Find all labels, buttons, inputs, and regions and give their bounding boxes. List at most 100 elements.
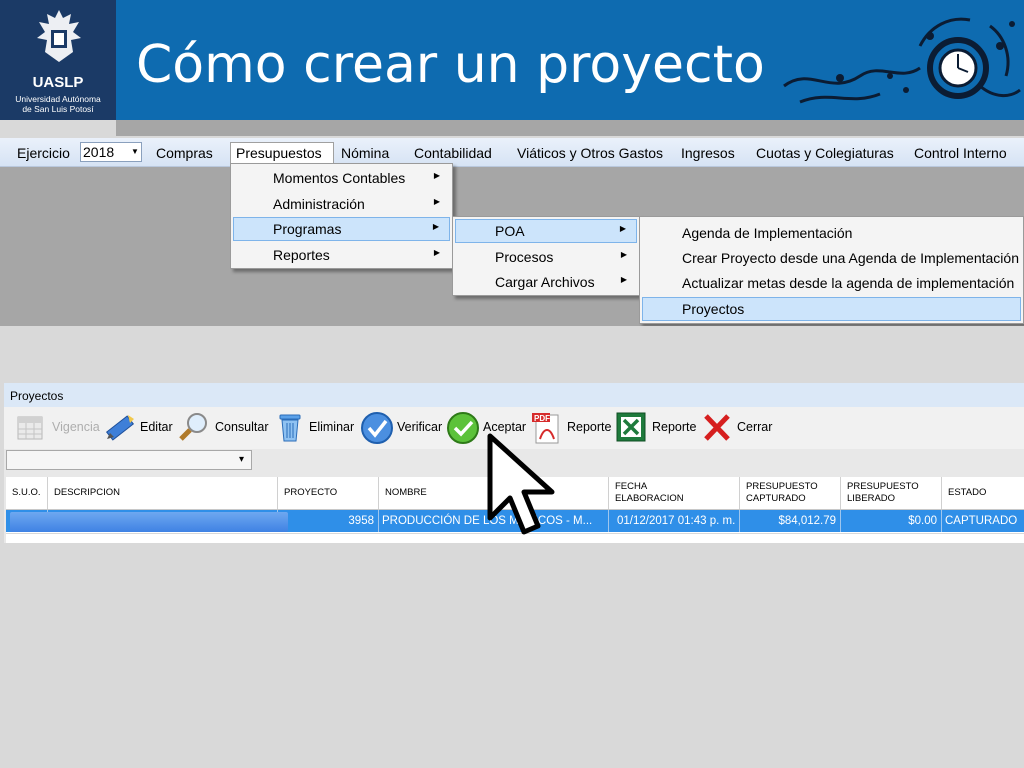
cell-proyecto[interactable]: 3958 xyxy=(278,510,379,532)
column-header-label: PROYECTO xyxy=(284,487,338,498)
chevron-down-icon[interactable]: ▾ xyxy=(239,454,244,465)
menu-item-momentos-contables[interactable]: Momentos Contables ▶ xyxy=(233,166,450,190)
presupuestos-dropdown: Momentos Contables ▶ Administración ▶ Pr… xyxy=(230,163,453,269)
menu-item-crear-proyecto-agenda[interactable]: Crear Proyecto desde una Agenda de Imple… xyxy=(642,246,1021,270)
cell-estado[interactable]: CAPTURADO xyxy=(942,510,1024,532)
menu-nomina[interactable]: Nómina xyxy=(341,145,389,161)
submenu-arrow-icon: ▶ xyxy=(620,275,627,284)
menu-item-procesos[interactable]: Procesos ▶ xyxy=(455,245,637,269)
column-header-label: ELABORACION xyxy=(615,493,684,504)
column-header-fecha[interactable]: FECHA ELABORACION xyxy=(609,477,740,509)
cerrar-button[interactable]: Cerrar xyxy=(702,411,774,443)
column-header-label: ESTADO xyxy=(948,487,987,498)
toolbar-label: Editar xyxy=(140,420,173,434)
slide-title: Cómo crear un proyecto xyxy=(136,35,765,95)
year-value: 2018 xyxy=(83,144,115,160)
menu-item-label: Reportes xyxy=(273,247,330,263)
excel-icon xyxy=(616,412,646,442)
submenu-arrow-icon: ▶ xyxy=(620,250,627,259)
cursor-arrow-icon xyxy=(487,433,555,535)
toolbar-label: Vigencia xyxy=(52,420,100,434)
logo-subtitle-line2: de San Luis Potosí xyxy=(22,104,94,114)
menu-item-agenda-implementacion[interactable]: Agenda de Implementación xyxy=(642,221,1021,245)
column-header-descripcion[interactable]: DESCRIPCION xyxy=(48,477,278,509)
calendar-icon xyxy=(17,416,43,440)
menu-item-reportes[interactable]: Reportes ▶ xyxy=(233,243,450,267)
menu-item-administracion[interactable]: Administración ▶ xyxy=(233,192,450,216)
menu-item-label: Administración xyxy=(273,196,365,212)
column-header-label: LIBERADO xyxy=(847,493,896,504)
menu-viaticos[interactable]: Viáticos y Otros Gastos xyxy=(517,145,663,161)
column-header-label: S.U.O. xyxy=(12,487,41,498)
menu-compras[interactable]: Compras xyxy=(156,145,213,161)
menu-item-label: Proyectos xyxy=(682,301,745,317)
reporte-excel-button[interactable]: Reporte xyxy=(615,411,697,443)
chevron-down-icon[interactable]: ▼ xyxy=(129,143,141,161)
menu-item-label: Procesos xyxy=(495,249,554,265)
menu-item-label: Programas xyxy=(273,221,342,237)
column-header-suo[interactable]: S.U.O. xyxy=(6,477,48,509)
submenu-arrow-icon: ▶ xyxy=(619,224,626,233)
menu-item-programas[interactable]: Programas ▶ xyxy=(233,217,450,241)
menu-contabilidad[interactable]: Contabilidad xyxy=(414,145,492,161)
menu-item-label: Cargar Archivos xyxy=(495,274,595,290)
uaslp-logo: UASLP Universidad Autónoma de San Luis P… xyxy=(0,0,116,120)
logo-subtitle-line1: Universidad Autónoma xyxy=(15,94,101,104)
vigencia-button[interactable]: Vigencia xyxy=(14,411,106,443)
green-check-icon xyxy=(447,412,479,444)
logo-name: UASLP xyxy=(32,74,84,91)
poa-dropdown: Agenda de Implementación Crear Proyecto … xyxy=(639,216,1024,324)
menu-item-proyectos[interactable]: Proyectos xyxy=(642,297,1021,321)
submenu-arrow-icon: ▶ xyxy=(433,248,440,257)
menu-item-cargar-archivos[interactable]: Cargar Archivos ▶ xyxy=(455,270,637,294)
column-header-label: FECHA xyxy=(615,481,648,492)
consultar-button[interactable]: Consultar xyxy=(177,411,269,443)
proyectos-titlebar: Proyectos xyxy=(4,383,1024,407)
menu-item-actualizar-metas[interactable]: Actualizar metas desde la agenda de impl… xyxy=(642,271,1021,295)
ejercicio-label: Ejercicio xyxy=(17,145,70,161)
menu-ingresos[interactable]: Ingresos xyxy=(681,145,735,161)
menu-control-interno[interactable]: Control Interno xyxy=(914,145,1007,161)
shield-logo-icon xyxy=(37,10,81,62)
toolbar-label: Eliminar xyxy=(309,420,355,434)
menu-item-label: Agenda de Implementación xyxy=(682,225,853,241)
edit-pencil-icon xyxy=(105,415,135,441)
trash-icon xyxy=(279,414,301,442)
column-header-estado[interactable]: ESTADO xyxy=(942,477,1024,509)
cell-fecha[interactable]: 01/12/2017 01:43 p. m. xyxy=(609,510,740,532)
clock-ornament-icon xyxy=(783,17,1021,104)
toolbar-label: Consultar xyxy=(215,420,269,434)
filter-select[interactable]: ▾ xyxy=(6,450,252,470)
toolbar-label: Reporte xyxy=(652,420,697,434)
column-header-presupuesto-capturado[interactable]: PRESUPUESTO CAPTURADO xyxy=(740,477,841,509)
eliminar-button[interactable]: Eliminar xyxy=(275,411,355,443)
menu-item-label: Actualizar metas desde la agenda de impl… xyxy=(682,275,1015,291)
column-header-label: PRESUPUESTO xyxy=(847,481,919,492)
menubar: Ejercicio 2018 ▼ Compras Presupuestos Nó… xyxy=(0,138,1024,168)
column-header-label: PRESUPUESTO xyxy=(746,481,818,492)
toolbar-label: Reporte xyxy=(567,420,612,434)
menu-item-label: POA xyxy=(495,223,525,239)
submenu-arrow-icon: ▶ xyxy=(433,171,440,180)
column-header-label: NOMBRE xyxy=(385,487,427,498)
menu-item-poa[interactable]: POA ▶ xyxy=(455,219,637,243)
menu-presupuestos[interactable]: Presupuestos xyxy=(236,145,322,161)
svg-text:PDF: PDF xyxy=(534,414,550,423)
window-title: Proyectos xyxy=(10,389,64,403)
column-header-label: DESCRIPCION xyxy=(54,487,120,498)
cell-presupuesto-liberado[interactable]: $0.00 xyxy=(841,510,942,532)
submenu-arrow-icon: ▶ xyxy=(433,197,440,206)
verificar-button[interactable]: Verificar xyxy=(360,411,442,444)
column-header-label: CAPTURADO xyxy=(746,493,806,504)
menu-cuotas[interactable]: Cuotas y Colegiaturas xyxy=(756,145,894,161)
editar-button[interactable]: Editar xyxy=(104,411,176,443)
toolbar-label: Cerrar xyxy=(737,420,773,434)
programas-dropdown: POA ▶ Procesos ▶ Cargar Archivos ▶ xyxy=(452,216,640,296)
year-select[interactable]: 2018 ▼ xyxy=(80,142,142,162)
app-window: Ejercicio 2018 ▼ Compras Presupuestos Nó… xyxy=(0,138,1024,326)
cell-presupuesto-capturado[interactable]: $84,012.79 xyxy=(740,510,841,532)
submenu-arrow-icon: ▶ xyxy=(432,222,439,231)
magnifier-icon xyxy=(179,413,207,441)
column-header-proyecto[interactable]: PROYECTO xyxy=(278,477,379,509)
column-header-presupuesto-liberado[interactable]: PRESUPUESTO LIBERADO xyxy=(841,477,942,509)
